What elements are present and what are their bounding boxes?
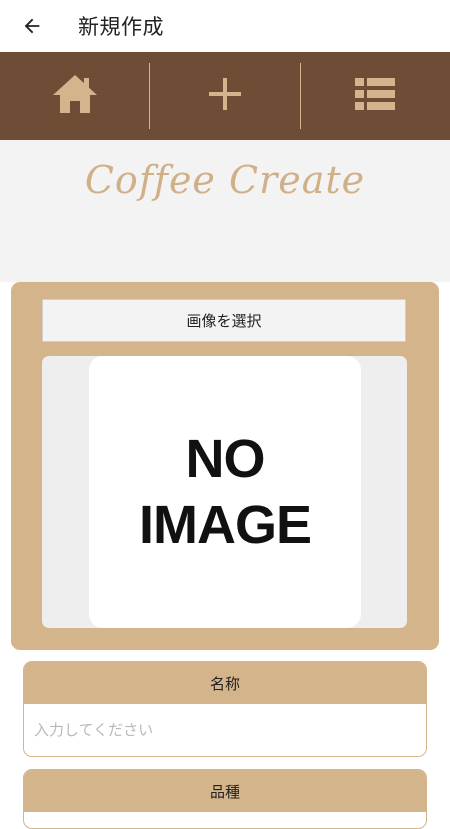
no-image-text-line2: IMAGE (138, 495, 312, 555)
home-icon (51, 73, 99, 119)
list-icon (354, 76, 396, 116)
variety-field-label: 品種 (24, 770, 426, 812)
plus-icon (207, 76, 243, 116)
nav-list-button[interactable] (301, 52, 450, 140)
nav-home-button[interactable] (0, 52, 149, 140)
brand-header: Coffee Create (0, 140, 450, 282)
brand-logo-text: Coffee Create (84, 158, 366, 202)
back-arrow-icon[interactable] (17, 11, 47, 41)
no-image-placeholder: NO IMAGE (89, 356, 361, 628)
image-preview: NO IMAGE (42, 356, 407, 628)
name-field-label: 名称 (24, 662, 426, 704)
page-title: 新規作成 (78, 15, 164, 39)
app-bar: 新規作成 (0, 0, 450, 52)
no-image-text-line1: NO (185, 429, 266, 489)
name-field-card: 名称 (23, 661, 427, 757)
name-input[interactable] (24, 704, 426, 756)
nav-add-button[interactable] (150, 52, 299, 140)
image-section: 画像を選択 NO IMAGE (11, 282, 439, 650)
select-image-button[interactable]: 画像を選択 (42, 299, 406, 342)
variety-field-card: 品種 (23, 769, 427, 829)
top-nav-bar (0, 52, 450, 140)
